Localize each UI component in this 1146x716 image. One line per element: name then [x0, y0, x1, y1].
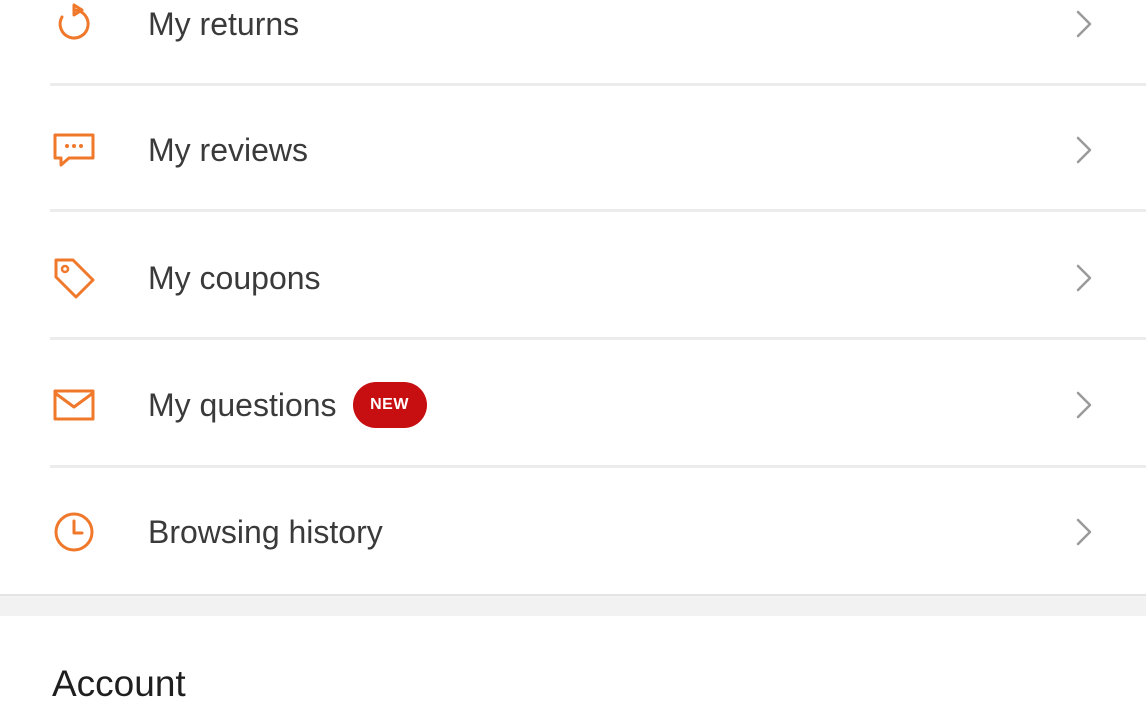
- screen: My returns My reviews My coupons My ques…: [0, 0, 1146, 716]
- envelope-icon: [50, 381, 98, 429]
- section-divider: [0, 594, 1146, 616]
- chevron-right-icon: [1070, 512, 1098, 552]
- menu-item-my-coupons[interactable]: My coupons: [0, 212, 1146, 339]
- menu-item-my-questions[interactable]: My questions NEW: [0, 340, 1146, 467]
- menu-item-my-reviews[interactable]: My reviews: [0, 86, 1146, 213]
- menu-item-label: My questions: [148, 387, 337, 423]
- chevron-right-icon: [1070, 4, 1098, 44]
- new-badge: NEW: [352, 382, 427, 428]
- refresh-icon: [50, 0, 98, 48]
- chevron-right-icon: [1070, 258, 1098, 298]
- menu-item-label: My reviews: [148, 132, 309, 168]
- tag-icon: [50, 254, 98, 302]
- menu-item-label-group: My questions NEW: [148, 381, 427, 429]
- chevron-right-icon: [1070, 130, 1098, 170]
- menu-item-browsing-history[interactable]: Browsing history: [0, 468, 1146, 595]
- menu-item-label: Browsing history: [148, 514, 383, 550]
- menu-list: My returns My reviews My coupons My ques…: [0, 0, 1146, 594]
- section-title: Account: [52, 663, 186, 704]
- menu-item-my-returns[interactable]: My returns: [0, 0, 1146, 87]
- chevron-right-icon: [1070, 385, 1098, 425]
- clock-icon: [50, 508, 98, 556]
- menu-item-label: My coupons: [148, 260, 321, 296]
- chat-bubble-icon: [50, 126, 98, 174]
- account-section-header: Account: [0, 616, 1146, 716]
- menu-item-label: My returns: [148, 6, 300, 42]
